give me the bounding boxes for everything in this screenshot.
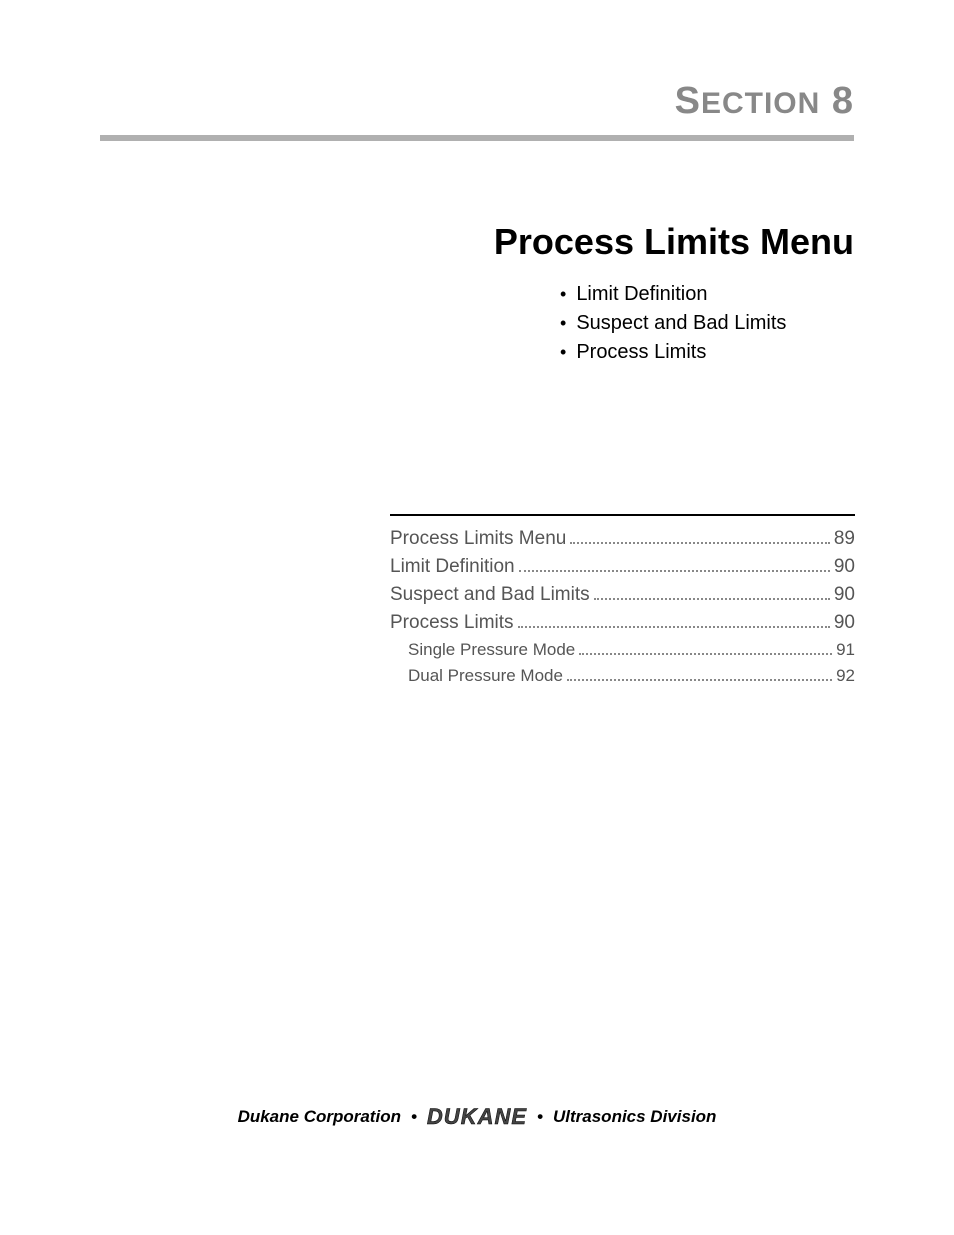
toc-leader-dots (579, 653, 832, 655)
toc-leader-dots (518, 626, 830, 628)
toc-title: Process Limits (390, 612, 514, 634)
toc-entry-sub: Dual Pressure Mode 92 (390, 666, 855, 686)
bullet-dot-icon: • (560, 342, 566, 363)
toc-page: 90 (834, 612, 855, 634)
bullet-dot-icon: • (560, 313, 566, 334)
toc-leader-dots (567, 679, 832, 681)
toc-title: Dual Pressure Mode (408, 666, 563, 686)
bullet-text: Limit Definition (576, 283, 707, 306)
table-of-contents: Process Limits Menu 89 Limit Definition … (390, 514, 855, 686)
toc-leader-dots (570, 542, 830, 544)
toc-entry: Process Limits 90 (390, 612, 855, 634)
toc-title: Limit Definition (390, 556, 515, 578)
dukane-logo: DUKANE (427, 1104, 527, 1130)
bullet-item: • Process Limits (560, 341, 854, 364)
toc-leader-dots (519, 570, 830, 572)
toc-page: 92 (836, 666, 855, 686)
toc-page: 90 (834, 584, 855, 606)
toc-title: Process Limits Menu (390, 528, 566, 550)
document-page: SECTION 8 Process Limits Menu • Limit De… (0, 0, 954, 1235)
section-label: SECTION 8 (675, 80, 854, 122)
footer-separator: • (411, 1107, 417, 1127)
toc-entry: Process Limits Menu 89 (390, 528, 855, 550)
footer-company: Dukane Corporation (238, 1107, 401, 1127)
bullet-text: Suspect and Bad Limits (576, 312, 786, 335)
section-rest: ECTION (701, 87, 820, 120)
header-rule (100, 135, 854, 141)
toc-title: Suspect and Bad Limits (390, 584, 590, 606)
page-title: Process Limits Menu (100, 221, 854, 263)
toc-page: 89 (834, 528, 855, 550)
toc-entry: Suspect and Bad Limits 90 (390, 584, 855, 606)
footer-division: Ultrasonics Division (553, 1107, 716, 1127)
footer-separator: • (537, 1107, 543, 1127)
section-number: 8 (832, 80, 854, 122)
page-footer: Dukane Corporation • DUKANE • Ultrasonic… (0, 1104, 954, 1130)
section-prefix: S (675, 80, 701, 122)
bullet-text: Process Limits (576, 341, 706, 364)
toc-page: 91 (836, 640, 855, 660)
toc-entry: Limit Definition 90 (390, 556, 855, 578)
toc-entry-sub: Single Pressure Mode 91 (390, 640, 855, 660)
section-header: SECTION 8 (100, 80, 854, 123)
toc-title: Single Pressure Mode (408, 640, 575, 660)
bullet-item: • Limit Definition (560, 283, 854, 306)
toc-leader-dots (594, 598, 830, 600)
bullet-dot-icon: • (560, 284, 566, 305)
bullet-list: • Limit Definition • Suspect and Bad Lim… (560, 283, 854, 364)
bullet-item: • Suspect and Bad Limits (560, 312, 854, 335)
toc-page: 90 (834, 556, 855, 578)
